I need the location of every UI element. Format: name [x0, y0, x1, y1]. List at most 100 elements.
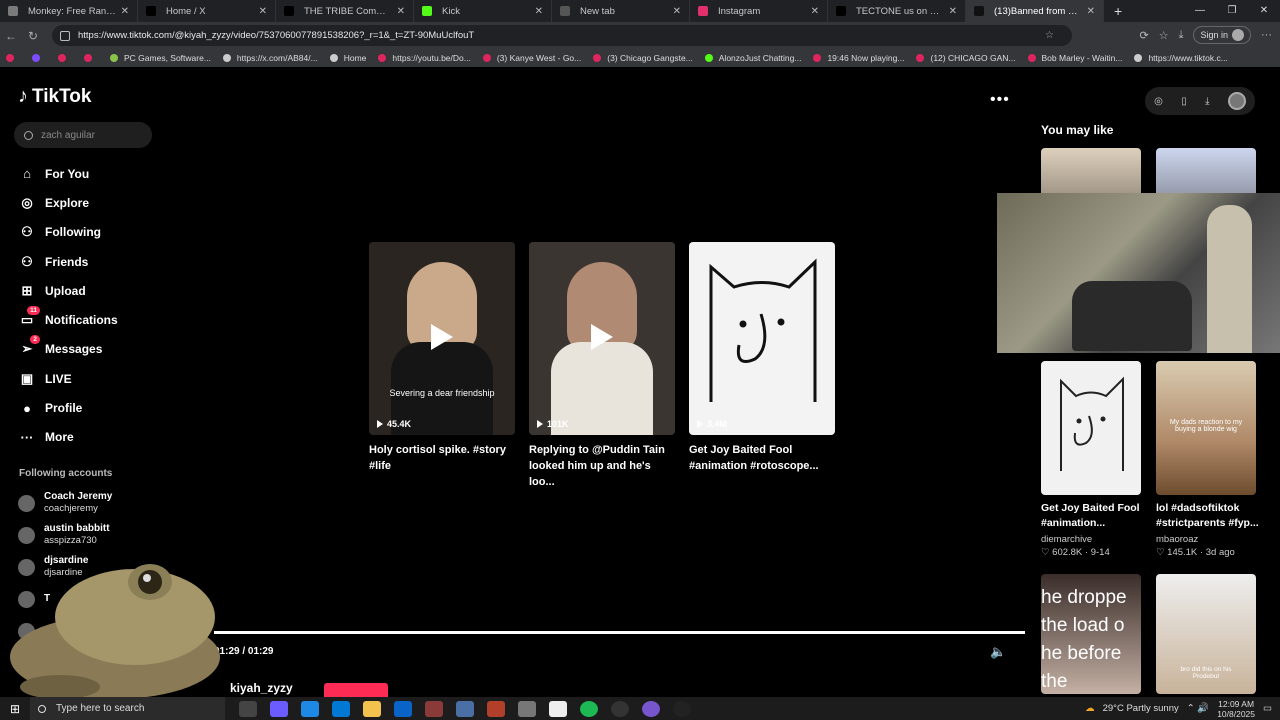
bookmark-item[interactable]: PC Games, Software... — [110, 53, 211, 63]
close-icon[interactable]: ✕ — [1248, 0, 1280, 22]
download-icon[interactable]: ⤓ — [1179, 29, 1184, 42]
rec-thumbnail[interactable]: My dads reaction to my buying a blonde w… — [1156, 361, 1256, 495]
sidebar-item-for-you[interactable]: ⌂ For You — [18, 159, 118, 188]
url-field[interactable]: https://www.tiktok.com/@kiyah_zyzy/video… — [52, 25, 1072, 46]
browser-tab[interactable]: THE TRIBE Community / X ✕ — [276, 0, 414, 22]
sidebar-item-messages[interactable]: ➢ 2 Messages — [18, 335, 118, 364]
following-account[interactable]: austin babbitt asspizza730 — [18, 519, 112, 551]
app-icon[interactable] — [425, 700, 443, 717]
bookmark-item[interactable] — [32, 54, 46, 62]
bookmark-item[interactable]: AlonzoJust Chatting... — [704, 53, 801, 63]
app-icon[interactable] — [673, 700, 691, 717]
sign-in-button[interactable]: Sign in — [1193, 26, 1251, 44]
tiktok-logo[interactable]: ♪ TikTok — [18, 85, 91, 108]
sidebar-item-following[interactable]: ⚇ Following — [18, 218, 118, 247]
video-card[interactable]: 101K Replying to @Puddin Tain looked him … — [529, 242, 675, 490]
maximize-icon[interactable]: ❐ — [1216, 0, 1248, 22]
download-app-icon[interactable]: ⤓ — [1205, 96, 1209, 107]
browser-tab[interactable]: Home / X ✕ — [138, 0, 276, 22]
taskbar-search-input[interactable]: Type here to search — [30, 697, 225, 720]
task-view-icon[interactable] — [239, 700, 257, 717]
reload-icon[interactable]: ↻ — [22, 29, 44, 43]
close-tab-icon[interactable]: ✕ — [535, 6, 543, 17]
rec-title[interactable]: lol #dadsoftiktok #strictparents #fyp... — [1156, 501, 1268, 531]
following-account[interactable]: Coach Jeremy coachjeremy — [18, 487, 112, 519]
sidebar-item-friends[interactable]: ⚇ Friends — [18, 247, 118, 276]
favorites-icon[interactable]: ☆ — [1159, 29, 1169, 42]
video-progress-bar[interactable] — [214, 631, 1025, 634]
video-thumbnail[interactable]: 3.4M — [689, 242, 835, 435]
rec-thumbnail[interactable] — [1041, 361, 1141, 495]
star-icon[interactable]: ☆ — [1045, 30, 1064, 41]
weather-icon[interactable]: ☁ — [1085, 703, 1095, 714]
bookmark-item[interactable]: Home — [329, 53, 366, 63]
bookmark-item[interactable]: https://www.tiktok.c... — [1134, 53, 1228, 63]
minimize-icon[interactable]: — — [1184, 0, 1216, 22]
close-tab-icon[interactable]: ✕ — [259, 6, 267, 17]
weather-text[interactable]: 29°C Partly sunny — [1103, 703, 1179, 714]
new-tab-button[interactable]: + — [1114, 3, 1122, 19]
bookmark-item[interactable] — [6, 54, 20, 62]
video-title[interactable]: Replying to @Puddin Tain looked him up a… — [529, 442, 675, 490]
video-thumbnail[interactable]: 101K — [529, 242, 675, 435]
site-info-icon[interactable] — [60, 30, 70, 41]
browser-tab[interactable]: New tab ✕ — [552, 0, 690, 22]
app-icon[interactable] — [518, 700, 536, 717]
play-icon[interactable] — [431, 324, 453, 350]
bookmark-item[interactable] — [84, 54, 98, 62]
extensions-icon[interactable]: ⟳ — [1140, 29, 1149, 42]
creator-tools-icon[interactable]: ◎ — [1154, 96, 1163, 107]
bookmark-item[interactable]: (12) CHICAGO GAN... — [916, 53, 1016, 63]
search-input[interactable]: zach aguilar — [14, 122, 152, 148]
close-tab-icon[interactable]: ✕ — [673, 6, 681, 17]
rec-author[interactable]: diemarchive — [1041, 534, 1092, 545]
back-icon[interactable]: ← — [0, 29, 22, 43]
close-tab-icon[interactable]: ✕ — [811, 6, 819, 17]
outlook-icon[interactable] — [394, 700, 412, 717]
rec-title[interactable]: Get Joy Baited Fool #animation... — [1041, 501, 1153, 531]
browser-tab[interactable]: Kick ✕ — [414, 0, 552, 22]
app-icon[interactable] — [487, 700, 505, 717]
sidebar-item-more[interactable]: ··· More — [18, 423, 118, 452]
video-title[interactable]: Get Joy Baited Fool #animation #rotoscop… — [689, 442, 835, 474]
profile-avatar[interactable] — [1227, 92, 1246, 110]
app-icon[interactable] — [642, 700, 660, 717]
browser-tab[interactable]: (13)Banned from Conventio ✕ — [966, 0, 1104, 22]
notification-icon[interactable]: ▭ — [1263, 703, 1272, 714]
bookmark-item[interactable] — [58, 54, 72, 62]
play-icon[interactable] — [591, 324, 613, 350]
bookmark-item[interactable]: https://youtu.be/Do... — [378, 53, 471, 63]
app-icon[interactable] — [549, 700, 567, 717]
store-icon[interactable] — [332, 700, 350, 717]
volume-icon[interactable]: 🔈 — [990, 644, 1006, 660]
menu-icon[interactable]: ··· — [1261, 29, 1272, 41]
close-tab-icon[interactable]: ✕ — [397, 6, 405, 17]
rec-thumbnail[interactable]: he droppe the load o he before the — [1041, 574, 1141, 694]
spotify-icon[interactable] — [580, 700, 598, 717]
sidebar-item-upload[interactable]: ⊞ Upload — [18, 276, 118, 305]
edge-icon[interactable] — [301, 700, 319, 717]
clock[interactable]: 12:09 AM 10/8/2025 — [1217, 699, 1255, 719]
close-tab-icon[interactable]: ✕ — [949, 6, 957, 17]
bookmark-item[interactable]: (3) Kanye West - Go... — [482, 53, 581, 63]
device-icon[interactable]: ▯ — [1181, 96, 1187, 107]
windows-start-icon[interactable]: ⊞ — [0, 702, 30, 716]
video-title[interactable]: Holy cortisol spike. #story #life — [369, 442, 515, 474]
copilot-icon[interactable] — [270, 700, 288, 717]
sidebar-item-live[interactable]: ▣ LIVE — [18, 364, 118, 393]
sidebar-item-profile[interactable]: ● Profile — [18, 393, 118, 422]
close-tab-icon[interactable]: ✕ — [1087, 6, 1095, 17]
follow-button[interactable] — [324, 683, 388, 697]
video-card[interactable]: Severing a dear friendship 45.4K Holy cort… — [369, 242, 515, 474]
video-author[interactable]: kiyah_zyzy — [230, 681, 293, 695]
bookmark-item[interactable]: Bob Marley - Waitin... — [1027, 53, 1122, 63]
browser-tab[interactable]: Monkey: Free Random Vide ✕ — [0, 0, 138, 22]
app-icon[interactable] — [456, 700, 474, 717]
rec-thumbnail[interactable]: bro did this on his Prodebut — [1156, 574, 1256, 694]
bookmark-item[interactable]: 19:46 Now playing... — [813, 53, 904, 63]
video-card[interactable]: 3.4M Get Joy Baited Fool #animation #roto… — [689, 242, 835, 474]
more-options-icon[interactable]: ••• — [990, 91, 1010, 109]
app-icon[interactable] — [611, 700, 629, 717]
rec-author[interactable]: mbaoroaz — [1156, 534, 1198, 545]
bookmark-item[interactable]: https://x.com/AB84/... — [222, 53, 318, 63]
